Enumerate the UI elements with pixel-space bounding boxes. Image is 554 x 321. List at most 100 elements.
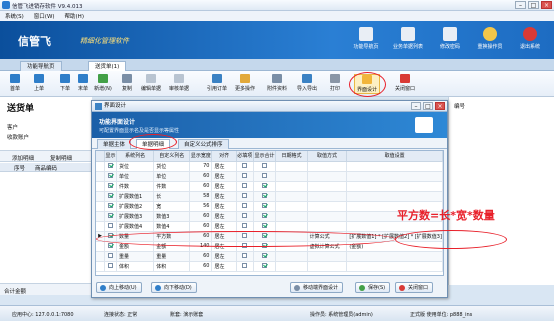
checkbox[interactable] (242, 173, 248, 178)
align-cell[interactable]: 居左 (211, 251, 237, 262)
checkbox[interactable] (262, 213, 268, 218)
change-password-button[interactable]: 修改密码 (432, 27, 468, 57)
checkbox[interactable] (242, 213, 248, 218)
width-cell[interactable]: 58 (189, 191, 213, 202)
checkbox[interactable] (108, 213, 114, 218)
total-checkbox[interactable] (253, 211, 277, 222)
value-setting-cell[interactable] (346, 251, 443, 262)
table-row[interactable]: 扩展数值3 数值3 60 居左 (96, 211, 443, 222)
total-checkbox[interactable] (253, 261, 277, 272)
show-checkbox[interactable] (104, 161, 118, 172)
align-cell[interactable]: 居左 (211, 211, 237, 222)
value-setting-cell[interactable] (346, 191, 443, 202)
width-cell[interactable]: 60 (189, 171, 213, 182)
value-setting-cell[interactable] (346, 171, 443, 182)
total-checkbox[interactable] (253, 191, 277, 202)
copy-button[interactable]: 复制 (114, 74, 140, 92)
table-row[interactable]: 扩展数值1 长 58 居左 (96, 191, 443, 202)
date-format-cell[interactable] (275, 171, 308, 182)
checkbox[interactable] (262, 183, 268, 188)
ref-order-button[interactable]: 引用订单 (204, 74, 230, 92)
doc-list-button[interactable]: 业务单据列表 (390, 27, 426, 57)
checkbox[interactable] (108, 243, 114, 248)
required-checkbox[interactable] (236, 201, 254, 212)
width-cell[interactable]: 60 (189, 221, 213, 232)
date-format-cell[interactable] (275, 191, 308, 202)
attachments-button[interactable]: 附件资料 (264, 74, 290, 92)
checkbox[interactable] (108, 193, 114, 198)
checkbox[interactable] (262, 163, 268, 168)
date-format-cell[interactable] (275, 211, 308, 222)
menu-window[interactable]: 窗口(W) (34, 12, 55, 20)
align-cell[interactable]: 居左 (211, 191, 237, 202)
total-checkbox[interactable] (253, 251, 277, 262)
total-checkbox[interactable] (253, 221, 277, 232)
checkbox[interactable] (108, 173, 114, 178)
table-row[interactable]: 重量 重量 60 居左 (96, 251, 443, 262)
copy-row-button[interactable]: 复制明细 (50, 154, 72, 162)
checkbox[interactable] (242, 203, 248, 208)
checkbox[interactable] (108, 253, 114, 258)
checkbox[interactable] (262, 193, 268, 198)
table-row[interactable]: 件数 件数 60 居左 (96, 181, 443, 192)
move-down-button[interactable]: 向下移动(D) (151, 282, 197, 293)
tab-doc-body[interactable]: 单据主体 (97, 139, 132, 149)
table-row[interactable]: 扩展数值4 数值4 60 居左 (96, 221, 443, 232)
value-mode-cell[interactable] (307, 191, 348, 202)
custom-name-cell[interactable]: 长 (153, 191, 191, 202)
align-cell[interactable]: 居左 (211, 181, 237, 192)
required-checkbox[interactable] (236, 261, 254, 272)
table-row[interactable]: 扩展数值2 宽 56 居左 (96, 201, 443, 212)
checkbox[interactable] (108, 263, 114, 268)
table-row[interactable]: 单位 单位 60 居左 (96, 171, 443, 182)
value-mode-cell[interactable] (307, 171, 348, 182)
show-checkbox[interactable] (104, 221, 118, 232)
edit-doc-button[interactable]: 编辑单据 (138, 74, 164, 92)
close-window-button[interactable]: × (541, 1, 552, 9)
checkbox[interactable] (108, 203, 114, 208)
new-button[interactable]: 新增(N) (90, 74, 116, 92)
checkbox[interactable] (242, 183, 248, 188)
save-button[interactable]: 保存(S) (355, 282, 391, 293)
dialog-minimize-button[interactable]: – (411, 102, 421, 110)
width-cell[interactable]: 60 (189, 211, 213, 222)
switch-user-button[interactable]: 重换操作员 (472, 27, 508, 57)
value-mode-cell[interactable] (307, 201, 348, 212)
nav-home-button[interactable]: 功能导航页 (348, 27, 384, 57)
mobile-design-button[interactable]: 移动端界面设计 (290, 282, 344, 293)
table-row[interactable]: 体积 体积 60 居左 (96, 261, 443, 272)
checkbox[interactable] (262, 263, 268, 268)
value-setting-cell[interactable] (346, 161, 443, 172)
align-cell[interactable]: 居左 (211, 201, 237, 212)
dialog-close-button[interactable]: × (435, 102, 445, 110)
custom-name-cell[interactable]: 宽 (153, 201, 191, 212)
value-mode-cell[interactable] (307, 211, 348, 222)
date-format-cell[interactable] (275, 201, 308, 212)
total-checkbox[interactable] (253, 181, 277, 192)
add-row-button[interactable]: 添加明细 (12, 154, 34, 162)
checkbox[interactable] (242, 193, 248, 198)
date-format-cell[interactable] (275, 221, 308, 232)
print-button[interactable]: 打印 (322, 74, 348, 92)
show-checkbox[interactable] (104, 181, 118, 192)
dialog-maximize-button[interactable]: □ (423, 102, 433, 110)
show-checkbox[interactable] (104, 171, 118, 182)
show-checkbox[interactable] (104, 211, 118, 222)
custom-name-cell[interactable]: 重量 (153, 251, 191, 262)
date-format-cell[interactable] (275, 181, 308, 192)
required-checkbox[interactable] (236, 191, 254, 202)
value-setting-cell[interactable] (346, 181, 443, 192)
align-cell[interactable]: 居左 (211, 161, 237, 172)
value-mode-cell[interactable] (307, 221, 348, 232)
value-mode-cell[interactable] (307, 161, 348, 172)
align-cell[interactable]: 居左 (211, 171, 237, 182)
width-cell[interactable]: 60 (189, 251, 213, 262)
audit-doc-button[interactable]: 审核单据 (166, 74, 192, 92)
width-cell[interactable]: 70 (189, 161, 213, 172)
required-checkbox[interactable] (236, 221, 254, 232)
show-checkbox[interactable] (104, 201, 118, 212)
custom-name-cell[interactable]: 数值4 (153, 221, 191, 232)
show-checkbox[interactable] (104, 191, 118, 202)
date-format-cell[interactable] (275, 161, 308, 172)
required-checkbox[interactable] (236, 161, 254, 172)
